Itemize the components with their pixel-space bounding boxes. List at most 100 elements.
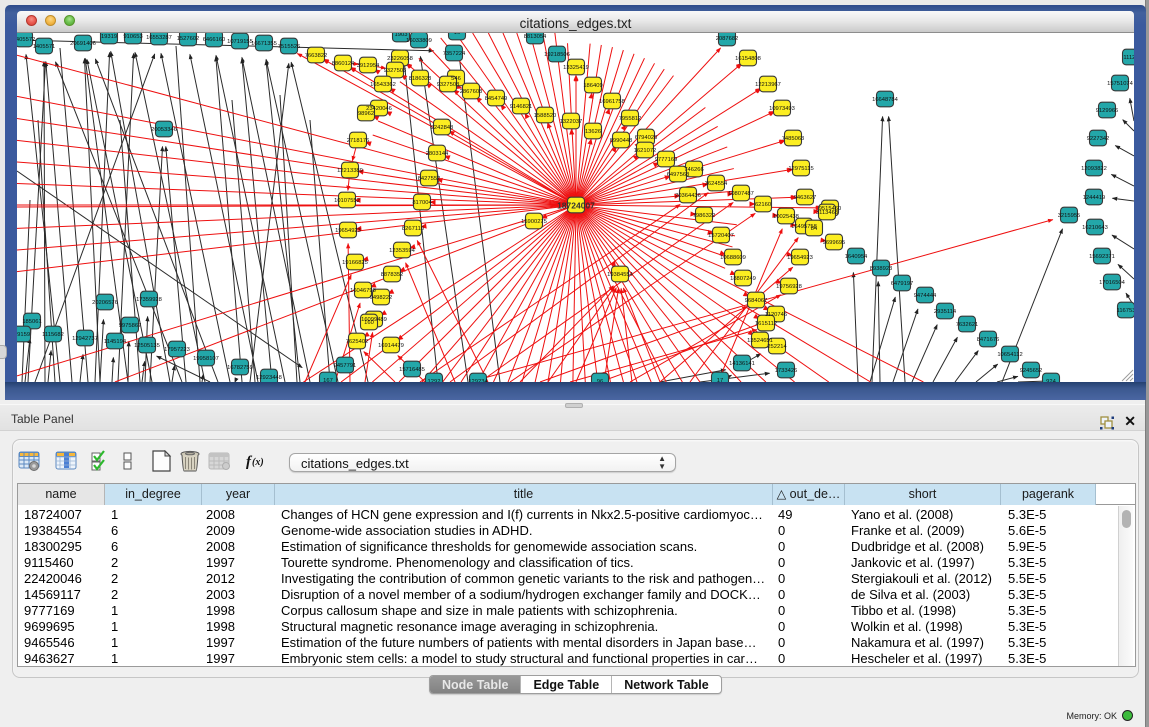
svg-text:1621072: 1621072 [634,148,657,154]
svg-text:18724007: 18724007 [557,201,595,211]
svg-text:7485063: 7485063 [782,136,805,142]
svg-text:1115682: 1115682 [42,332,64,338]
svg-text:10807487: 10807487 [728,191,754,197]
svg-text:12505135: 12505135 [134,343,160,349]
svg-text:1292: 1292 [428,379,441,382]
svg-text:1615112: 1615112 [755,321,777,327]
svg-text:9242848: 9242848 [431,125,454,131]
svg-text:(x): (x) [252,457,264,468]
svg-text:3215955: 3215955 [1058,213,1081,219]
svg-text:19384554: 19384554 [607,272,634,278]
svg-text:1145194: 1145194 [104,339,127,345]
svg-text:160: 160 [364,320,374,326]
svg-text:19218506: 19218506 [544,52,570,58]
svg-text:252214: 252214 [767,344,787,350]
svg-text:2867608: 2867608 [460,89,483,95]
svg-text:8427552: 8427552 [418,176,441,182]
svg-text:16782759: 16782759 [227,365,253,371]
svg-text:13626: 13626 [585,129,601,135]
svg-text:8860124: 8860124 [332,61,355,67]
svg-text:16961758: 16961758 [599,99,625,105]
svg-text:1405572: 1405572 [17,37,35,43]
svg-text:39159: 39159 [17,332,30,338]
svg-text:1322037: 1322037 [560,119,583,125]
svg-text:6466160: 6466160 [203,37,226,43]
svg-text:8938923: 8938923 [870,266,893,272]
svg-text:9975867: 9975867 [119,323,142,329]
svg-text:16210643: 16210643 [1082,225,1108,231]
svg-text:116753: 116753 [1117,308,1134,314]
svg-text:16671355: 16671355 [251,41,277,47]
svg-text:8813054: 8813054 [524,34,547,40]
svg-text:15692371: 15692371 [1089,254,1115,260]
svg-text:2803144: 2803144 [426,151,449,157]
svg-text:20053346: 20053346 [151,127,177,133]
svg-text:9327508: 9327508 [437,82,460,88]
svg-text:1733426: 1733426 [775,368,798,374]
svg-text:16648784: 16648784 [872,97,899,103]
svg-text:19319: 19319 [101,34,117,40]
svg-text:19958107: 19958107 [193,356,219,362]
svg-text:8471676: 8471676 [977,337,1000,343]
svg-text:9457791: 9457791 [334,363,357,369]
svg-text:1405571: 1405571 [33,44,56,50]
svg-text:129234: 129234 [468,379,488,382]
svg-text:1640954: 1640954 [845,254,868,260]
svg-text:23226058: 23226058 [387,56,413,62]
svg-text:7515526: 7515526 [278,44,301,50]
svg-text:8186328: 8186328 [409,76,432,82]
svg-text:12975115: 12975115 [788,166,813,172]
svg-text:10025438: 10025438 [773,214,799,220]
svg-text:12093822: 12093822 [1081,166,1107,172]
svg-text:7357224: 7357224 [443,51,466,57]
svg-text:9327503: 9327503 [384,68,407,74]
svg-text:817004: 817004 [412,200,432,206]
svg-text:17359928: 17359928 [136,297,162,303]
svg-text:98962: 98962 [358,111,374,117]
svg-text:7625402: 7625402 [346,339,369,345]
svg-text:186409: 186409 [583,83,602,89]
svg-text:9474444: 9474444 [914,293,937,299]
svg-text:16033809: 16033809 [406,38,432,44]
svg-text:8990448: 8990448 [610,138,633,144]
svg-text:16154808: 16154808 [735,56,761,62]
svg-text:6794028: 6794028 [635,135,658,141]
svg-text:19654923: 19654923 [335,228,361,234]
svg-text:1527602: 1527602 [177,36,200,42]
svg-text:9245652: 9245652 [1020,368,1043,374]
svg-text:16: 16 [454,33,460,36]
svg-text:2935114: 2935114 [934,309,957,315]
svg-text:14136141: 14136141 [729,361,755,367]
svg-text:15751074: 15751074 [1107,81,1134,87]
svg-text:17: 17 [717,378,723,382]
svg-text:15720407: 15720407 [708,233,734,239]
svg-text:96: 96 [597,379,603,382]
svg-text:10107552: 10107552 [334,198,360,204]
svg-text:6497568: 6497568 [667,172,690,178]
svg-text:9699695: 9699695 [823,240,846,246]
svg-text:3624554: 3624554 [705,181,728,187]
svg-text:10973493: 10973493 [769,106,795,112]
svg-text:9498222: 9498222 [370,295,393,301]
svg-text:62160: 62160 [755,202,771,208]
svg-text:9227342: 9227342 [1087,136,1110,142]
svg-text:19756928: 19756928 [776,284,802,290]
svg-text:12213389: 12213389 [337,168,363,174]
svg-text:16914479: 16914479 [378,343,404,349]
svg-text:7986322: 7986322 [693,213,716,219]
svg-text:11123: 11123 [1123,55,1134,61]
svg-text:19654923: 19654923 [787,255,813,261]
svg-text:8267110: 8267110 [402,226,424,232]
svg-text:10654112: 10654112 [997,352,1022,358]
svg-text:2718176: 2718176 [347,138,370,144]
svg-text:9684067: 9684067 [745,298,768,304]
svg-text:9146821: 9146821 [510,104,533,110]
svg-text:7955812: 7955812 [619,116,642,122]
svg-text:924: 924 [1046,379,1056,382]
svg-text:1120746: 1120746 [765,312,787,318]
svg-text:10688609: 10688609 [720,255,746,261]
svg-text:7663822: 7663822 [305,53,328,59]
svg-text:7632621: 7632621 [956,322,979,328]
svg-text:167: 167 [323,378,333,382]
svg-text:185061: 185061 [22,319,41,325]
